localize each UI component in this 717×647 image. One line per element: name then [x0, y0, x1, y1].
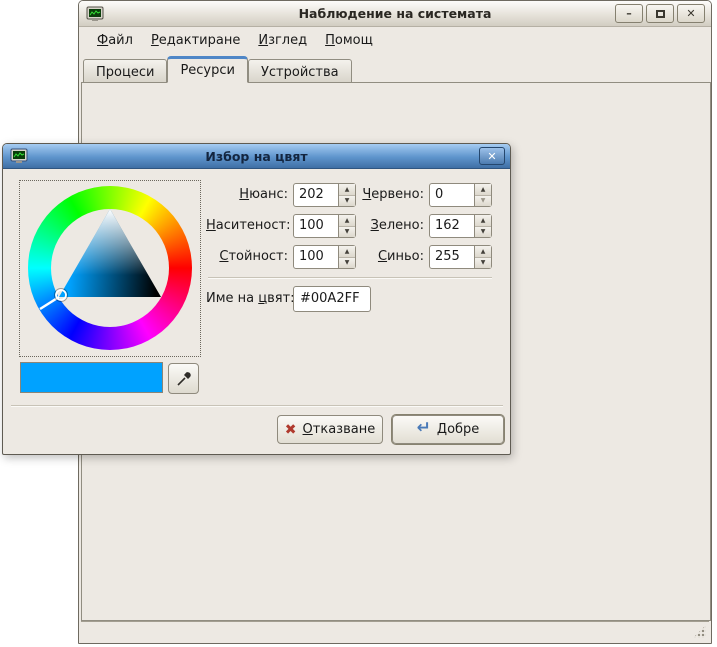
screenshot-stage: Наблюдение на системата – ✕ Файл Редакти… — [0, 0, 717, 647]
dialog-app-icon — [10, 148, 28, 164]
close-icon: ✕ — [686, 8, 695, 19]
statusbar — [81, 621, 709, 641]
red-spin-up-icon[interactable]: ▲ — [475, 184, 491, 196]
menu-file[interactable]: Файл — [88, 30, 142, 51]
minimize-button[interactable]: – — [615, 4, 643, 23]
buttons-separator — [11, 405, 503, 407]
red-label: Червено: — [342, 187, 424, 202]
cancel-button[interactable]: ✖ Отказване — [277, 415, 383, 444]
red-spin-down-icon[interactable]: ▼ — [475, 196, 491, 207]
minimize-icon: – — [626, 8, 632, 19]
selected-color-preview — [20, 362, 163, 393]
resize-grip[interactable] — [693, 625, 706, 638]
menu-view[interactable]: Изглед — [249, 30, 316, 51]
green-spin-down-icon[interactable]: ▼ — [475, 227, 491, 238]
green-spinner[interactable]: 162 ▲▼ — [429, 214, 492, 238]
eyedropper-icon — [175, 370, 193, 388]
hue-label: Нюанс: — [206, 187, 288, 202]
tabstrip: Процеси Ресурси Устройства — [83, 56, 707, 83]
ok-button[interactable]: ↵ Добре — [392, 415, 504, 444]
fields-separator — [208, 277, 492, 279]
cancel-x-icon: ✖ — [285, 423, 297, 437]
ok-button-label: Добре — [437, 422, 479, 437]
eyedropper-button[interactable] — [168, 363, 199, 394]
menubar: Файл Редактиране Изглед Помощ — [81, 28, 709, 53]
saturation-value-triangle[interactable] — [28, 186, 192, 350]
dialog-titlebar[interactable]: Избор на цвят ✕ — [3, 144, 510, 169]
red-spinner[interactable]: 0 ▲▼ — [429, 183, 492, 207]
green-spin-up-icon[interactable]: ▲ — [475, 215, 491, 227]
window-titlebar[interactable]: Наблюдение на системата – ✕ — [79, 1, 711, 27]
system-monitor-icon — [86, 6, 104, 22]
green-label: Зелено: — [342, 218, 424, 233]
saturation-label: Наситеност: — [206, 218, 288, 233]
cancel-button-label: Отказване — [303, 422, 376, 437]
tab-resources[interactable]: Ресурси — [167, 56, 248, 83]
dialog-close-icon: ✕ — [487, 150, 496, 163]
blue-spin-up-icon[interactable]: ▲ — [475, 246, 491, 258]
tab-processes[interactable]: Процеси — [83, 59, 167, 83]
blue-label: Синьо: — [342, 249, 424, 264]
maximize-button[interactable] — [646, 4, 674, 23]
dialog-close-button[interactable]: ✕ — [479, 147, 505, 165]
color-name-input[interactable]: #00A2FF — [293, 286, 371, 312]
blue-spinner[interactable]: 255 ▲▼ — [429, 245, 492, 269]
close-button[interactable]: ✕ — [677, 4, 705, 23]
color-name-label: Име на цвят: — [206, 291, 288, 306]
menu-edit[interactable]: Редактиране — [142, 30, 249, 51]
value-label: Стойност: — [206, 249, 288, 264]
color-wheel-area[interactable] — [19, 180, 201, 357]
dialog-title: Избор на цвят — [3, 149, 510, 164]
blue-spin-down-icon[interactable]: ▼ — [475, 258, 491, 269]
ok-arrow-icon: ↵ — [417, 420, 431, 437]
tab-devices[interactable]: Устройства — [248, 59, 352, 83]
menu-help[interactable]: Помощ — [316, 30, 382, 51]
maximize-icon — [656, 10, 665, 18]
color-picker-dialog: Избор на цвят ✕ — [2, 143, 511, 455]
